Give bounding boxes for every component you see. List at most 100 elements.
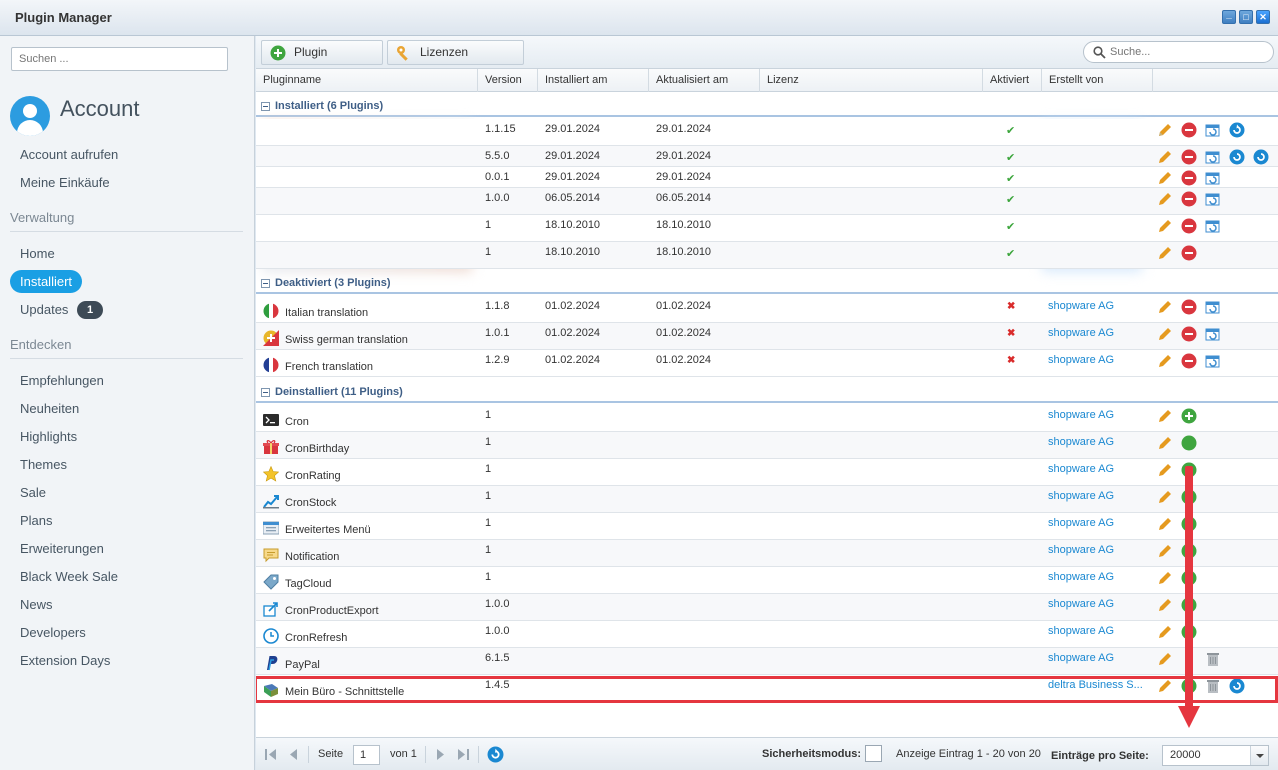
author-link[interactable]: shopware AG xyxy=(1048,652,1114,664)
active-check-icon[interactable]: ✔ xyxy=(1006,247,1015,260)
group-deactivated[interactable]: Deaktiviert (3 Plugins) xyxy=(256,269,1278,294)
reinstall-icon[interactable] xyxy=(1205,191,1221,207)
edit-icon[interactable] xyxy=(1157,516,1173,532)
author-link[interactable]: shopware AG xyxy=(1048,598,1114,610)
col-pluginname[interactable]: Pluginname xyxy=(256,69,478,92)
uninstall-icon[interactable] xyxy=(1181,149,1197,165)
col-installiert-am[interactable]: Installiert am xyxy=(538,69,649,92)
edit-icon[interactable] xyxy=(1157,149,1173,165)
edit-icon[interactable] xyxy=(1157,218,1173,234)
edit-icon[interactable] xyxy=(1157,435,1173,451)
reinstall-icon[interactable] xyxy=(1205,353,1221,369)
group-uninstalled[interactable]: Deinstalliert (11 Plugins) xyxy=(256,378,1278,403)
table-row[interactable]: 0.0.1 29.01.2024 29.01.2024 ✔ xyxy=(256,167,1278,188)
table-row[interactable]: 1 18.10.2010 18.10.2010 ✔ xyxy=(256,242,1278,269)
uninstall-icon[interactable] xyxy=(1181,353,1197,369)
edit-icon[interactable] xyxy=(1157,624,1173,640)
trash-icon[interactable] xyxy=(1205,651,1221,667)
prev-page-icon[interactable] xyxy=(288,748,298,761)
refresh-icon[interactable] xyxy=(487,746,504,763)
reinstall-icon[interactable] xyxy=(1205,149,1221,165)
nav-black-week-sale[interactable]: Black Week Sale xyxy=(20,569,118,584)
edit-icon[interactable] xyxy=(1157,353,1173,369)
update-icon[interactable] xyxy=(1253,149,1269,165)
author-link[interactable]: shopware AG xyxy=(1048,517,1114,529)
uninstall-icon[interactable] xyxy=(1181,122,1197,138)
author-link[interactable]: shopware AG xyxy=(1048,300,1114,312)
edit-icon[interactable] xyxy=(1157,326,1173,342)
reinstall-icon[interactable] xyxy=(1205,122,1221,138)
uninstall-icon[interactable] xyxy=(1181,299,1197,315)
uninstall-icon[interactable] xyxy=(1181,191,1197,207)
nav-installiert[interactable]: Installiert xyxy=(10,270,83,293)
update-icon[interactable] xyxy=(1229,149,1245,165)
table-row[interactable]: 1.0.0 06.05.2014 06.05.2014 ✔ xyxy=(256,188,1278,215)
table-row[interactable]: Erweitertes Menü 1 shopware AG xyxy=(256,513,1278,540)
upload-plugin-button[interactable]: Plugin hochladen xyxy=(261,40,383,82)
nav-erweiterungen[interactable]: Erweiterungen xyxy=(20,541,104,556)
col-lizenz[interactable]: Lizenz xyxy=(760,69,983,92)
active-check-icon[interactable]: ✔ xyxy=(1006,220,1015,233)
reinstall-icon[interactable] xyxy=(1205,326,1221,342)
uninstall-icon[interactable] xyxy=(1181,218,1197,234)
author-link[interactable]: shopware AG xyxy=(1048,571,1114,583)
active-check-icon[interactable]: ✔ xyxy=(1006,193,1015,206)
collapse-icon[interactable] xyxy=(261,102,270,111)
nav-meine-einkaeufe[interactable]: Meine Einkäufe xyxy=(20,175,110,190)
nav-empfehlungen[interactable]: Empfehlungen xyxy=(20,373,104,388)
close-button[interactable] xyxy=(1256,10,1270,24)
nav-account-aufrufen[interactable]: Account aufrufen xyxy=(20,147,118,162)
col-aktiviert[interactable]: Aktiviert xyxy=(983,69,1042,92)
author-link[interactable]: shopware AG xyxy=(1048,463,1114,475)
chevron-down-icon[interactable] xyxy=(1250,746,1268,765)
table-row[interactable]: CronStock 1 shopware AG xyxy=(256,486,1278,513)
install-icon[interactable] xyxy=(1181,408,1197,424)
nav-neuheiten[interactable]: Neuheiten xyxy=(20,401,79,416)
nav-plans[interactable]: Plans xyxy=(20,513,53,528)
nav-highlights[interactable]: Highlights xyxy=(20,429,77,444)
edit-icon[interactable] xyxy=(1157,408,1173,424)
edit-icon[interactable] xyxy=(1157,597,1173,613)
nav-sale[interactable]: Sale xyxy=(20,485,46,500)
nav-home[interactable]: Home xyxy=(20,246,55,261)
table-row[interactable]: Cron 1 shopware AG xyxy=(256,405,1278,432)
sync-licenses-button[interactable]: Lizenzen abgleichen xyxy=(387,40,524,82)
author-link[interactable]: shopware AG xyxy=(1048,436,1114,448)
author-link[interactable]: shopware AG xyxy=(1048,490,1114,502)
safe-mode-checkbox[interactable] xyxy=(865,745,882,762)
edit-icon[interactable] xyxy=(1157,299,1173,315)
table-row[interactable]: CronRating 1 shopware AG xyxy=(256,459,1278,486)
author-link[interactable]: shopware AG xyxy=(1048,354,1114,366)
reinstall-icon[interactable] xyxy=(1205,218,1221,234)
active-check-icon[interactable]: ✔ xyxy=(1006,124,1015,137)
nav-developers[interactable]: Developers xyxy=(20,625,86,640)
nav-extension-days[interactable]: Extension Days xyxy=(20,653,110,668)
sidebar-search-input[interactable] xyxy=(12,48,227,70)
per-page-select[interactable]: 20000 xyxy=(1162,745,1269,766)
edit-icon[interactable] xyxy=(1157,245,1173,261)
active-check-icon[interactable]: ✔ xyxy=(1006,172,1015,185)
update-icon[interactable] xyxy=(1229,122,1245,138)
table-row[interactable]: Italian translation 1.1.8 01.02.2024 01.… xyxy=(256,296,1278,323)
table-row[interactable]: French translation 1.2.9 01.02.2024 01.0… xyxy=(256,350,1278,377)
col-version[interactable]: Version xyxy=(478,69,538,92)
table-row[interactable]: Notification 1 shopware AG xyxy=(256,540,1278,567)
table-row[interactable]: CronBirthday 1 shopware AG xyxy=(256,432,1278,459)
author-link[interactable]: shopware AG xyxy=(1048,625,1114,637)
reinstall-icon[interactable] xyxy=(1205,299,1221,315)
page-input[interactable]: 1 xyxy=(353,745,380,765)
edit-icon[interactable] xyxy=(1157,489,1173,505)
table-row[interactable]: 5.5.0 29.01.2024 29.01.2024 ✔ xyxy=(256,146,1278,167)
inactive-cross-icon[interactable]: ✖ xyxy=(1007,328,1015,339)
uninstall-icon[interactable] xyxy=(1181,326,1197,342)
table-row[interactable]: Swiss german translation 1.0.1 01.02.202… xyxy=(256,323,1278,350)
author-link[interactable]: shopware AG xyxy=(1048,409,1114,421)
nav-updates[interactable]: Updates xyxy=(20,302,68,317)
table-row[interactable]: CronRefresh 1.0.0 shopware AG xyxy=(256,621,1278,648)
install-icon[interactable] xyxy=(1181,435,1197,451)
table-row[interactable]: TagCloud 1 shopware AG xyxy=(256,567,1278,594)
table-row[interactable]: CronProductExport 1.0.0 shopware AG xyxy=(256,594,1278,621)
table-row[interactable]: 1 18.10.2010 18.10.2010 ✔ xyxy=(256,215,1278,242)
active-check-icon[interactable]: ✔ xyxy=(1006,151,1015,164)
uninstall-icon[interactable] xyxy=(1181,170,1197,186)
